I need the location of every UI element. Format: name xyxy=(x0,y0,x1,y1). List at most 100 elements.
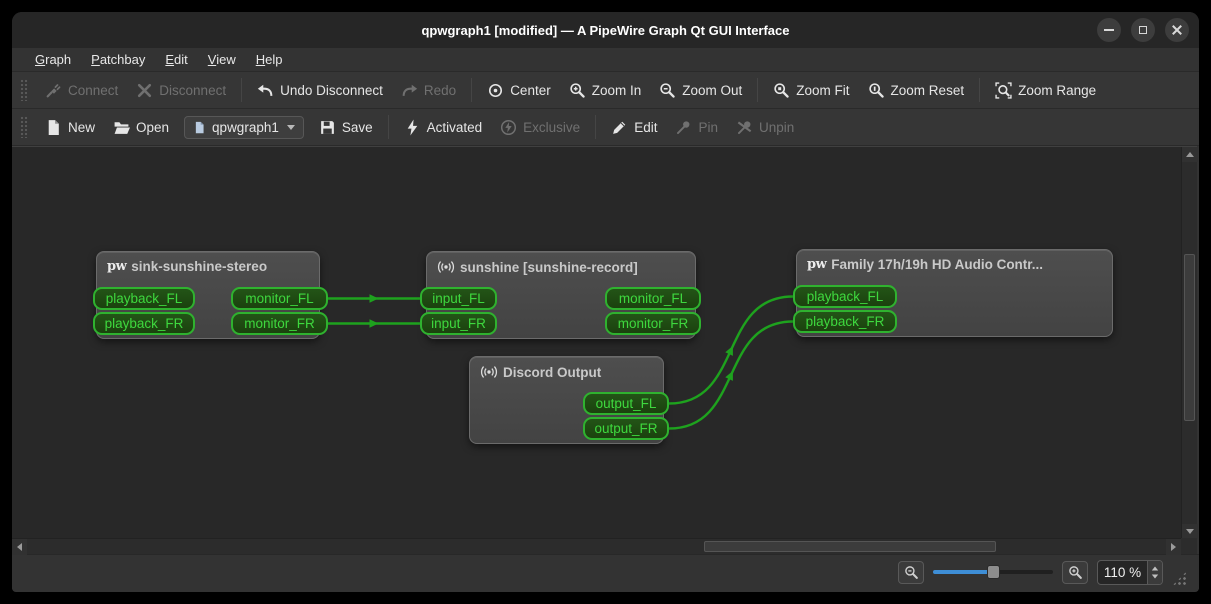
port-output_FR[interactable]: output_FR xyxy=(583,417,669,440)
port-monitor_FL[interactable]: monitor_FL xyxy=(605,287,701,310)
toolbar-drag-handle[interactable] xyxy=(20,79,28,101)
toolbar-separator xyxy=(757,78,759,102)
scroll-left-button[interactable] xyxy=(12,539,27,555)
pin-button[interactable]: Pin xyxy=(666,114,727,141)
window-title: qpwgraph1 [modified] — A PipeWire Graph … xyxy=(421,22,790,38)
statusbar-zoom-in-button[interactable] xyxy=(1062,560,1088,584)
slider-handle[interactable] xyxy=(987,565,1000,579)
menu-view[interactable]: View xyxy=(199,50,245,69)
node-discord-output[interactable]: Discord Output output_FL output_FR xyxy=(469,356,669,444)
zoom-slider[interactable] xyxy=(933,563,1053,581)
port-playback_FR[interactable]: playback_FR xyxy=(793,310,897,333)
toolbar-separator xyxy=(241,78,243,102)
vertical-scroll-thumb[interactable] xyxy=(1184,254,1195,421)
redo-button[interactable]: Redo xyxy=(392,77,465,104)
spinbox-steppers[interactable] xyxy=(1147,560,1162,584)
toolbar-separator xyxy=(471,78,473,102)
port-input_FL[interactable]: input_FL xyxy=(420,287,497,310)
undo-button[interactable]: Undo Disconnect xyxy=(248,77,392,104)
zoom-percent-spinbox[interactable]: 110 % xyxy=(1097,559,1163,585)
zoom-in-icon xyxy=(1068,565,1083,580)
graph-toolbar: Connect Disconnect Undo Disconnect Redo … xyxy=(12,72,1199,109)
unpin-icon xyxy=(737,120,752,134)
chevron-down-icon xyxy=(286,124,295,130)
menu-bar: Graph Patchbay Edit View Help xyxy=(12,48,1199,72)
window-controls xyxy=(1097,18,1189,42)
arrow-left-icon xyxy=(17,543,22,551)
scroll-up-button[interactable] xyxy=(1182,147,1198,162)
zoom-out-icon xyxy=(904,565,919,580)
scroll-right-button[interactable] xyxy=(1166,539,1181,555)
title-bar[interactable]: qpwgraph1 [modified] — A PipeWire Graph … xyxy=(12,12,1199,48)
zoom-fit-icon xyxy=(773,82,790,99)
horizontal-scroll-thumb[interactable] xyxy=(704,541,996,552)
arrow-down-icon xyxy=(1186,529,1194,534)
pipewire-icon: pw xyxy=(807,257,827,272)
menu-patchbay[interactable]: Patchbay xyxy=(82,50,154,69)
toolbar-drag-handle[interactable] xyxy=(20,116,28,138)
activated-bolt-icon xyxy=(404,119,421,136)
node-family-hd-audio[interactable]: pw Family 17h/19h HD Audio Contr... play… xyxy=(793,249,1113,337)
zoom-range-icon xyxy=(995,81,1012,99)
slider-track-empty xyxy=(993,570,1053,574)
zoom-out-button[interactable]: Zoom Out xyxy=(650,77,751,104)
center-button[interactable]: Center xyxy=(478,77,560,104)
port-output_FL[interactable]: output_FL xyxy=(583,392,669,415)
stream-icon xyxy=(481,366,497,378)
node-sunshine-record[interactable]: sunshine [sunshine-record] input_FL inpu… xyxy=(420,251,701,339)
port-playback_FL[interactable]: playback_FL xyxy=(793,285,897,308)
pin-icon xyxy=(677,120,690,134)
minimize-icon xyxy=(1104,29,1114,31)
zoom-percent-value: 110 % xyxy=(1103,564,1142,580)
zoom-reset-icon xyxy=(868,82,885,99)
zoom-reset-button[interactable]: Zoom Reset xyxy=(859,77,974,104)
scroll-down-button[interactable] xyxy=(1182,524,1198,539)
center-icon xyxy=(489,83,503,97)
close-icon xyxy=(1172,25,1182,35)
port-monitor_FR[interactable]: monitor_FR xyxy=(231,312,328,335)
save-button[interactable]: Save xyxy=(310,114,382,141)
port-input_FR[interactable]: input_FR xyxy=(420,312,497,335)
maximize-icon xyxy=(1139,26,1147,34)
graph-canvas[interactable]: pw sink-sunshine-stereo playback_FL play… xyxy=(12,147,1181,539)
node-title: Discord Output xyxy=(470,357,663,380)
new-file-icon xyxy=(48,119,59,135)
edit-button[interactable]: Edit xyxy=(602,114,666,141)
arrow-right-icon xyxy=(1171,543,1176,551)
activated-button[interactable]: Activated xyxy=(395,114,492,141)
patchbay-toolbar: New Open qpwgraph1 Save Activated Exclus… xyxy=(12,109,1199,146)
menu-graph[interactable]: Graph xyxy=(26,50,80,69)
port-monitor_FR[interactable]: monitor_FR xyxy=(605,312,701,335)
scrollbar-corner xyxy=(1181,538,1197,554)
window-resize-grip[interactable] xyxy=(1172,571,1187,586)
node-title: pw sink-sunshine-stereo xyxy=(107,259,268,274)
port-playback_FR[interactable]: playback_FR xyxy=(93,312,195,335)
stream-icon xyxy=(438,261,454,273)
menu-help[interactable]: Help xyxy=(247,50,292,69)
disconnect-icon xyxy=(138,83,152,97)
port-monitor_FL[interactable]: monitor_FL xyxy=(231,287,328,310)
zoom-range-button[interactable]: Zoom Range xyxy=(986,77,1105,104)
port-playback_FL[interactable]: playback_FL xyxy=(93,287,195,310)
vertical-scrollbar[interactable] xyxy=(1181,147,1198,539)
undo-icon xyxy=(257,84,273,96)
horizontal-scrollbar[interactable] xyxy=(12,538,1181,555)
connection-wires[interactable] xyxy=(12,147,1181,539)
minimize-button[interactable] xyxy=(1097,18,1121,42)
node-sink-sunshine-stereo[interactable]: pw sink-sunshine-stereo playback_FL play… xyxy=(93,251,328,339)
maximize-button[interactable] xyxy=(1131,18,1155,42)
slider-track-filled xyxy=(933,570,993,574)
menu-edit[interactable]: Edit xyxy=(156,50,196,69)
open-button[interactable]: Open xyxy=(104,114,178,141)
unpin-button[interactable]: Unpin xyxy=(727,114,803,141)
exclusive-button[interactable]: Exclusive xyxy=(491,114,589,141)
connect-button[interactable]: Connect xyxy=(36,77,127,104)
zoom-fit-button[interactable]: Zoom Fit xyxy=(764,77,858,104)
patchbay-file-dropdown[interactable]: qpwgraph1 xyxy=(184,115,304,139)
toolbar-separator xyxy=(595,115,597,139)
statusbar-zoom-out-button[interactable] xyxy=(898,560,924,584)
disconnect-button[interactable]: Disconnect xyxy=(127,77,235,104)
new-button[interactable]: New xyxy=(36,114,104,141)
zoom-in-button[interactable]: Zoom In xyxy=(560,77,651,104)
close-button[interactable] xyxy=(1165,18,1189,42)
